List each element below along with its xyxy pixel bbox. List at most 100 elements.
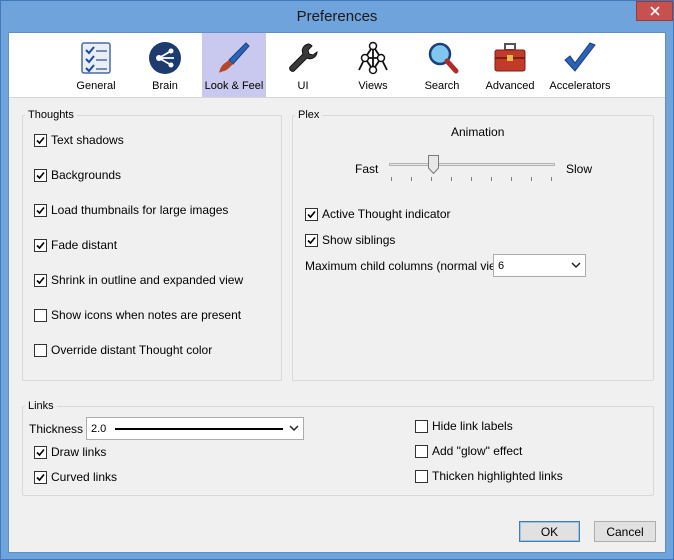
slow-label: Slow xyxy=(566,162,593,176)
slider-tick xyxy=(511,177,512,181)
checkbox-box[interactable] xyxy=(34,343,47,357)
checkbox-box[interactable] xyxy=(34,445,47,459)
draw-links-checkbox[interactable]: Draw links xyxy=(34,445,106,459)
check-mark-icon xyxy=(36,136,45,144)
category-toolbar: General Brain Look & Feel UI Views Searc… xyxy=(9,33,665,98)
plex-title: Plex xyxy=(295,109,323,121)
checkbox-label: Shrink in outline and expanded view xyxy=(51,273,244,287)
fade-distant-checkbox[interactable]: Fade distant xyxy=(34,238,117,252)
check-mark-icon xyxy=(36,241,45,249)
close-icon xyxy=(649,6,660,16)
cancel-button[interactable]: Cancel xyxy=(594,521,656,542)
thickness-label: Thickness xyxy=(29,422,84,436)
checkbox-box[interactable] xyxy=(305,207,318,221)
checkbox-label: Active Thought indicator xyxy=(322,207,451,221)
checkbox-box[interactable] xyxy=(415,419,428,433)
checkbox-box[interactable] xyxy=(34,168,47,182)
check-mark-icon xyxy=(36,473,45,481)
override-distant-color-checkbox[interactable]: Override distant Thought color xyxy=(34,343,212,357)
checkbox-box[interactable] xyxy=(34,308,47,322)
show-siblings-checkbox[interactable]: Show siblings xyxy=(305,233,395,247)
check-mark-icon xyxy=(307,210,316,218)
tab-label: UI xyxy=(297,80,309,92)
tab-general[interactable]: General xyxy=(72,33,120,97)
checkbox-box[interactable] xyxy=(34,238,47,252)
thickness-select[interactable]: 2.0 xyxy=(86,417,304,440)
checkbox-box[interactable] xyxy=(305,233,318,247)
max-columns-label: Maximum child columns (normal view) xyxy=(305,259,509,273)
show-icons-checkbox[interactable]: Show icons when notes are present xyxy=(34,308,241,322)
close-button[interactable] xyxy=(636,1,673,21)
check-mark-icon xyxy=(36,276,45,284)
window-title: Preferences xyxy=(296,8,378,25)
fast-label: Fast xyxy=(355,162,379,176)
plex-group xyxy=(292,115,654,381)
curved-links-checkbox[interactable]: Curved links xyxy=(34,470,117,484)
add-glow-checkbox[interactable]: Add "glow" effect xyxy=(415,444,522,458)
checkbox-box[interactable] xyxy=(34,470,47,484)
thoughts-title: Thoughts xyxy=(25,109,77,121)
backgrounds-checkbox[interactable]: Backgrounds xyxy=(34,168,121,182)
thicken-highlighted-checkbox[interactable]: Thicken highlighted links xyxy=(415,469,563,483)
checkbox-label: Override distant Thought color xyxy=(51,343,213,357)
tab-search[interactable]: Search xyxy=(420,33,464,97)
brain-logo-icon xyxy=(149,42,181,74)
checklist-icon xyxy=(81,42,111,74)
animation-label: Animation xyxy=(451,125,505,139)
tab-look-and-feel[interactable]: Look & Feel xyxy=(202,33,266,97)
checkbox-box[interactable] xyxy=(34,133,47,147)
slider-tick xyxy=(531,177,532,181)
tab-label: Look & Feel xyxy=(204,80,264,92)
wrench-icon xyxy=(289,43,318,72)
checkbox-label: Show siblings xyxy=(322,233,396,247)
magnifier-icon xyxy=(428,42,459,74)
checkbox-label: Load thumbnails for large images xyxy=(51,203,229,217)
checkbox-label: Add "glow" effect xyxy=(432,444,523,458)
checkbox-box[interactable] xyxy=(415,444,428,458)
checkmark-icon xyxy=(564,42,596,72)
checkbox-label: Thicken highlighted links xyxy=(432,469,563,483)
select-value: 2.0 xyxy=(91,422,107,435)
slider-tick xyxy=(471,177,472,181)
check-mark-icon xyxy=(36,171,45,179)
max-columns-select[interactable]: 6 xyxy=(493,254,586,277)
views-network-icon xyxy=(358,41,388,75)
slider-tick xyxy=(431,177,432,181)
tab-views[interactable]: Views xyxy=(353,33,393,97)
tab-accelerators[interactable]: Accelerators xyxy=(549,33,611,97)
title-bar[interactable]: Preferences xyxy=(1,1,673,32)
check-mark-icon xyxy=(36,448,45,456)
tab-label: Brain xyxy=(152,80,178,92)
tab-advanced[interactable]: Advanced xyxy=(483,33,537,97)
checkbox-label: Hide link labels xyxy=(432,419,513,433)
slider-thumb[interactable] xyxy=(427,155,439,174)
checkbox-label: Backgrounds xyxy=(51,168,122,182)
checkbox-box[interactable] xyxy=(34,273,47,287)
checkbox-box[interactable] xyxy=(415,469,428,483)
select-value: 6 xyxy=(498,259,505,272)
tab-ui[interactable]: UI xyxy=(285,33,321,97)
load-thumbnails-checkbox[interactable]: Load thumbnails for large images xyxy=(34,203,228,217)
slider-tick xyxy=(391,177,392,181)
shrink-in-outline-checkbox[interactable]: Shrink in outline and expanded view xyxy=(34,273,243,287)
tab-label: Search xyxy=(424,80,460,92)
dialog-body: General Brain Look & Feel UI Views Searc… xyxy=(8,32,666,553)
tab-brain[interactable]: Brain xyxy=(145,33,185,97)
chevron-down-icon xyxy=(289,425,299,432)
checkbox-box[interactable] xyxy=(34,203,47,217)
tab-label: Accelerators xyxy=(549,80,611,92)
ok-button[interactable]: OK xyxy=(519,521,580,542)
check-mark-icon xyxy=(36,206,45,214)
checkbox-label: Text shadows xyxy=(51,133,124,147)
text-shadows-checkbox[interactable]: Text shadows xyxy=(34,133,124,147)
slider-tick xyxy=(451,177,452,181)
check-mark-icon xyxy=(307,236,316,244)
slider-tick xyxy=(551,177,552,181)
toolbox-icon xyxy=(494,43,526,72)
tab-label: Views xyxy=(358,80,388,92)
chevron-down-icon xyxy=(571,262,581,269)
active-thought-indicator-checkbox[interactable]: Active Thought indicator xyxy=(305,207,451,221)
slider-track[interactable] xyxy=(389,163,555,166)
tab-label: General xyxy=(76,80,116,92)
hide-link-labels-checkbox[interactable]: Hide link labels xyxy=(415,419,513,433)
